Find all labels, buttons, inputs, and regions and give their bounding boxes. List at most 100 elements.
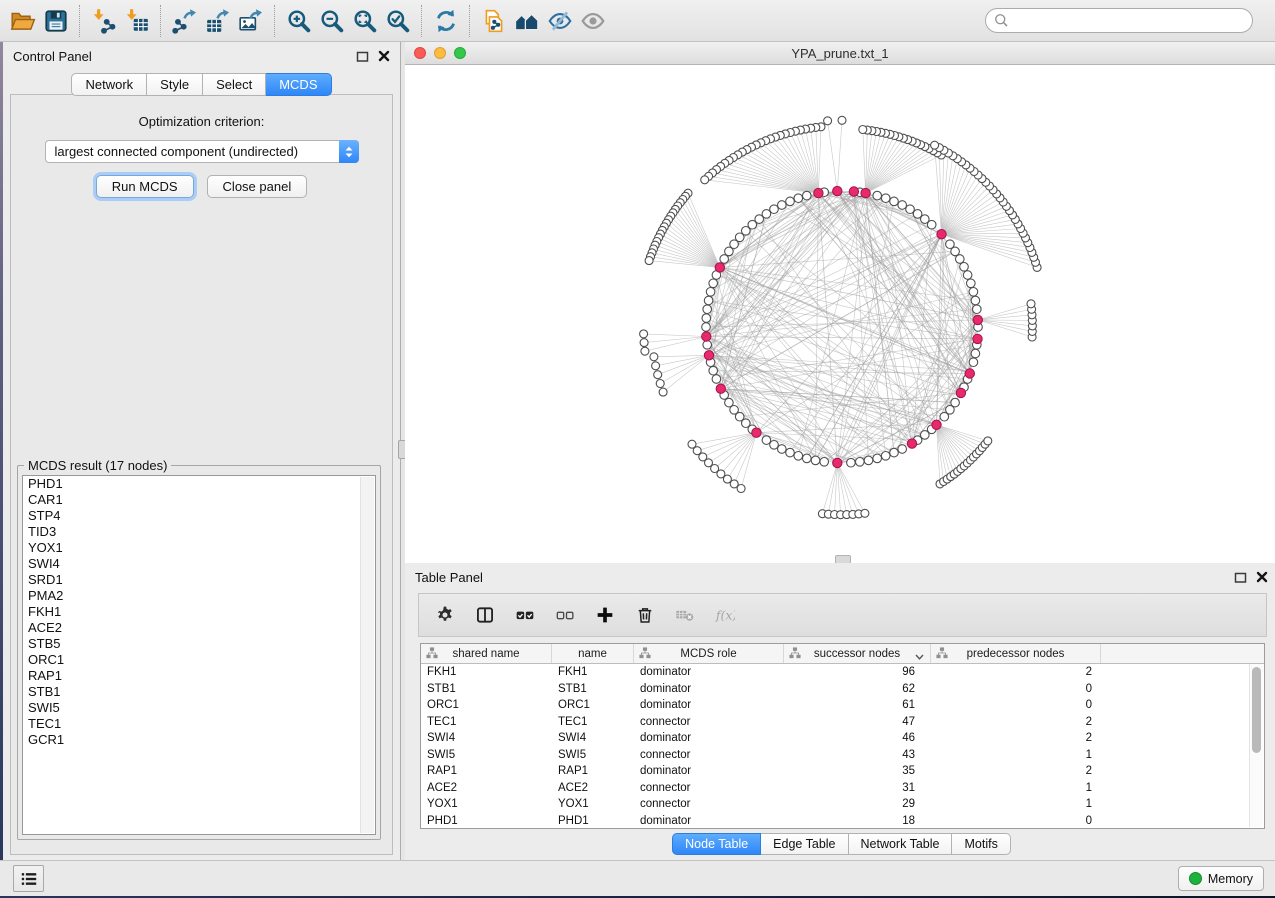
table-row[interactable]: SWI4SWI4dominator462 [421, 730, 1264, 747]
search-input[interactable] [1010, 12, 1252, 29]
zoom-in-button[interactable] [282, 2, 315, 40]
toolbar-separator [160, 5, 161, 37]
table-row[interactable]: YOX1YOX1connector291 [421, 796, 1264, 813]
tab-edge-table[interactable]: Edge Table [761, 833, 848, 855]
tab-motifs[interactable]: Motifs [952, 833, 1010, 855]
mcds-result-item[interactable]: PHD1 [23, 476, 375, 492]
export-network-button[interactable] [168, 2, 201, 40]
cell-name: FKH1 [552, 666, 634, 678]
add-row-button[interactable] [595, 603, 615, 627]
zoom-fit-button[interactable] [348, 2, 381, 40]
tab-network-table[interactable]: Network Table [849, 833, 953, 855]
select-all-rows-button[interactable] [515, 603, 535, 627]
criterion-dropdown[interactable]: largest connected component (undirected) [45, 140, 359, 163]
cell-shared-name: YOX1 [421, 798, 552, 810]
mcds-result-item[interactable]: ACE2 [23, 620, 375, 636]
mcds-result-item[interactable]: FKH1 [23, 604, 375, 620]
table-row[interactable]: SWI5SWI5connector431 [421, 747, 1264, 764]
column-header-predecessor-nodes[interactable]: predecessor nodes [931, 644, 1101, 663]
table-scrollbar[interactable] [1249, 664, 1263, 827]
table-row[interactable]: RAP1RAP1dominator352 [421, 763, 1264, 780]
mcds-result-item[interactable]: TID3 [23, 524, 375, 540]
cell-predecessor-nodes: 2 [931, 716, 1101, 728]
mcds-result-item[interactable]: PMA2 [23, 588, 375, 604]
memory-button[interactable]: Memory [1178, 866, 1264, 891]
cell-name: SWI4 [552, 732, 634, 744]
table-row[interactable]: ACE2ACE2connector311 [421, 780, 1264, 797]
table-panel-header: Table Panel [405, 563, 1275, 591]
minimize-window-icon[interactable] [434, 47, 446, 59]
cell-MCDS-role: connector [634, 782, 784, 794]
cell-successor-nodes: 61 [784, 699, 931, 711]
zoom-out-button[interactable] [315, 2, 348, 40]
mcds-result-item[interactable]: STB1 [23, 684, 375, 700]
mcds-result-item[interactable]: RAP1 [23, 668, 375, 684]
show-hidden-button[interactable] [576, 2, 609, 40]
network-window-titlebar[interactable]: YPA_prune.txt_1 [405, 42, 1275, 65]
mcds-result-item[interactable]: STP4 [23, 508, 375, 524]
table-row[interactable]: TEC1TEC1connector472 [421, 714, 1264, 731]
cell-MCDS-role: dominator [634, 732, 784, 744]
mcds-result-item[interactable]: STB5 [23, 636, 375, 652]
export-image-button[interactable] [234, 2, 267, 40]
mcds-result-group: MCDS result (17 nodes) PHD1CAR1STP4TID3Y… [17, 465, 381, 840]
table-row[interactable]: ORC1ORC1dominator610 [421, 697, 1264, 714]
close-panel-button[interactable]: Close panel [207, 175, 308, 198]
show-columns-button[interactable] [475, 603, 495, 627]
deselect-all-rows-button[interactable] [555, 603, 575, 627]
task-history-button[interactable] [13, 865, 44, 892]
hide-panels-button[interactable] [543, 2, 576, 40]
tab-style[interactable]: Style [147, 73, 203, 96]
save-session-button[interactable] [39, 2, 72, 40]
table-row[interactable]: STB1STB1dominator620 [421, 681, 1264, 698]
network-canvas[interactable] [405, 64, 1275, 563]
cell-shared-name: FKH1 [421, 666, 552, 678]
tab-select[interactable]: Select [203, 73, 266, 96]
network-overview-button[interactable] [510, 2, 543, 40]
close-window-icon[interactable] [414, 47, 426, 59]
delete-column-button [675, 603, 695, 627]
table-body: FKH1FKH1dominator962STB1STB1dominator620… [421, 664, 1264, 829]
mcds-result-list[interactable]: PHD1CAR1STP4TID3YOX1SWI4SRD1PMA2FKH1ACE2… [22, 475, 376, 835]
cell-MCDS-role: connector [634, 749, 784, 761]
import-table-button[interactable] [120, 2, 153, 40]
clone-network-button[interactable] [477, 2, 510, 40]
mcds-result-item[interactable]: TEC1 [23, 716, 375, 732]
cell-successor-nodes: 43 [784, 749, 931, 761]
mcds-result-item[interactable]: SRD1 [23, 572, 375, 588]
maximize-window-icon[interactable] [454, 47, 466, 59]
mcds-result-item[interactable]: CAR1 [23, 492, 375, 508]
search-box[interactable] [985, 8, 1253, 33]
table-row[interactable]: PHD1PHD1dominator180 [421, 813, 1264, 830]
delete-rows-button[interactable] [635, 603, 655, 627]
open-session-button[interactable] [6, 2, 39, 40]
tab-mcds[interactable]: MCDS [266, 73, 331, 96]
cell-name: SWI5 [552, 749, 634, 761]
mcds-result-item[interactable]: SWI5 [23, 700, 375, 716]
refresh-view-button[interactable] [429, 2, 462, 40]
close-panel-icon[interactable] [1256, 571, 1268, 583]
scrollbar-thumb[interactable] [1252, 667, 1261, 753]
mcds-result-item[interactable]: ORC1 [23, 652, 375, 668]
cell-MCDS-role: dominator [634, 815, 784, 827]
float-panel-icon[interactable] [1234, 571, 1247, 584]
table-settings-button[interactable] [435, 603, 455, 627]
list-scrollbar[interactable] [360, 477, 374, 833]
close-panel-icon[interactable] [378, 50, 390, 62]
column-header-shared-name[interactable]: shared name [421, 644, 552, 663]
export-table-button[interactable] [201, 2, 234, 40]
tab-network[interactable]: Network [71, 73, 147, 96]
mcds-result-item[interactable]: YOX1 [23, 540, 375, 556]
tab-node-table[interactable]: Node Table [672, 833, 761, 855]
table-row[interactable]: FKH1FKH1dominator962 [421, 664, 1264, 681]
run-mcds-button[interactable]: Run MCDS [96, 175, 194, 198]
mcds-result-item[interactable]: GCR1 [23, 732, 375, 748]
import-network-button[interactable] [87, 2, 120, 40]
column-header-name[interactable]: name [552, 644, 634, 663]
zoom-selected-button[interactable] [381, 2, 414, 40]
cell-MCDS-role: dominator [634, 765, 784, 777]
column-header-MCDS-role[interactable]: MCDS role [634, 644, 784, 663]
column-header-successor-nodes[interactable]: successor nodes [784, 644, 931, 663]
float-panel-icon[interactable] [356, 50, 369, 63]
mcds-result-item[interactable]: SWI4 [23, 556, 375, 572]
